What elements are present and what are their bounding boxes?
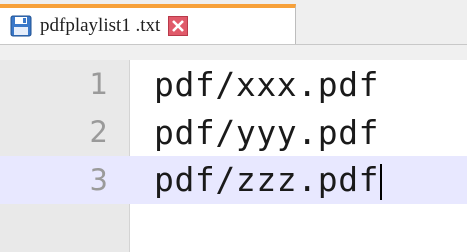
text-editor[interactable]: 1 pdf/xxx.pdf 2 pdf/yyy.pdf 3 pdf/zzz.pd… [0, 60, 467, 252]
floppy-disk-icon [10, 15, 32, 37]
line-number: 3 [89, 163, 108, 197]
close-icon[interactable] [168, 16, 189, 36]
editor-line-1[interactable]: 1 pdf/xxx.pdf [0, 60, 467, 108]
editor-line-3[interactable]: 3 pdf/zzz.pdf [0, 156, 467, 204]
line-number: 2 [89, 115, 108, 149]
tab-pdfplaylist1[interactable]: pdfplaylist1 .txt [0, 4, 296, 44]
editor-window: pdfplaylist1 .txt 1 pdf/xxx.pdf 2 pdf/yy… [0, 0, 467, 252]
line-text-current[interactable]: pdf/zzz.pdf [154, 160, 383, 200]
line-text: pdf/zzz.pdf [154, 160, 380, 200]
text-caret [380, 163, 383, 200]
tab-bar: pdfplaylist1 .txt [0, 0, 467, 45]
line-text[interactable]: pdf/xxx.pdf [154, 65, 379, 104]
tab-filename: pdfplaylist1 .txt [40, 15, 161, 36]
editor-line-2[interactable]: 2 pdf/yyy.pdf [0, 108, 467, 156]
line-number: 1 [89, 67, 108, 101]
line-text[interactable]: pdf/yyy.pdf [154, 113, 379, 152]
